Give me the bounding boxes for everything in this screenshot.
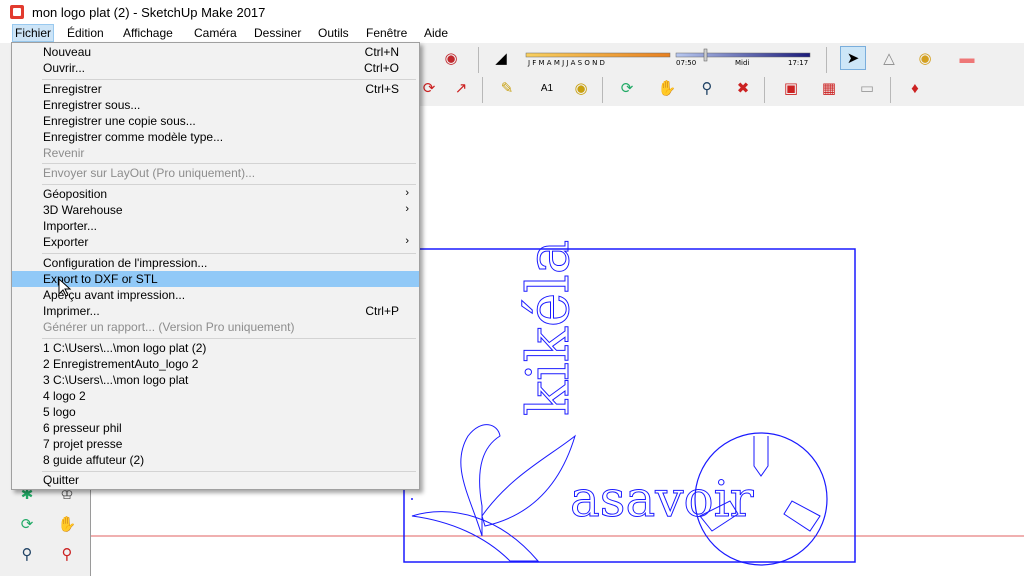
title-bar: mon logo plat (2) - SketchUp Make 2017	[0, 0, 1024, 24]
recent-file-1[interactable]: 1 C:\Users\...\mon logo plat (2)	[12, 340, 419, 356]
zoom-icon[interactable]: ⚲	[694, 76, 720, 100]
select-arrow-icon[interactable]: ➤	[840, 46, 866, 70]
recent-file-8[interactable]: 8 guide affuteur (2)	[12, 452, 419, 468]
recent-file-7[interactable]: 7 projet presse	[12, 436, 419, 452]
orbit-icon[interactable]: ⟳	[614, 76, 640, 100]
menu-item-enregistrer-modele[interactable]: Enregistrer comme modèle type...	[12, 129, 419, 145]
menu-dessiner[interactable]: Dessiner	[251, 26, 304, 40]
menu-item-enregistrer-copie[interactable]: Enregistrer une copie sous...	[12, 113, 419, 129]
menu-fichier[interactable]: Fichier	[12, 24, 55, 42]
menu-item-exporter[interactable]: Exporter ›	[12, 234, 419, 250]
tape-measure-icon[interactable]: ✎	[494, 76, 520, 100]
warehouse-icon[interactable]: ▣	[778, 76, 804, 100]
recent-file-2[interactable]: 2 EnregistrementAuto_logo 2	[12, 356, 419, 372]
recent-file-6[interactable]: 6 presseur phil	[12, 420, 419, 436]
pan-hand-icon[interactable]: ✋	[654, 76, 680, 100]
menu-bar: Fichier Édition Affichage Caméra Dessine…	[0, 24, 1024, 43]
menu-edition[interactable]: Édition	[64, 26, 107, 40]
extension-warehouse-icon[interactable]: ♦	[902, 76, 928, 100]
menu-item-nouveau[interactable]: Nouveau Ctrl+N	[12, 44, 419, 60]
menu-item-importer[interactable]: Importer...	[12, 218, 419, 234]
menu-item-geoposition[interactable]: Géoposition ›	[12, 186, 419, 202]
horizontal-logo-text: asavoir	[570, 470, 754, 528]
time-start: 07:50	[676, 59, 697, 67]
share-model-icon[interactable]: ▦	[816, 76, 842, 100]
menu-item-export-dxf-stl[interactable]: Export to DXF or STL	[12, 271, 419, 287]
menu-aide[interactable]: Aide	[421, 26, 451, 40]
zoom-window-icon[interactable]: ⚲	[54, 542, 80, 566]
menu-affichage[interactable]: Affichage	[120, 26, 176, 40]
zoom-left-icon[interactable]: ⚲	[14, 542, 40, 566]
months-label: J F M A M J J A S O N D	[528, 59, 605, 67]
menu-item-generer-rapport[interactable]: Générer un rapport... (Version Pro uniqu…	[12, 319, 419, 335]
eraser-icon[interactable]: ▬	[954, 46, 980, 70]
menu-item-ouvrir[interactable]: Ouvrir... Ctrl+O	[12, 60, 419, 76]
file-menu-dropdown: Nouveau Ctrl+N Ouvrir... Ctrl+O Enregistre…	[11, 42, 420, 490]
paint-bucket-icon[interactable]: ◉	[912, 46, 938, 70]
recent-file-5[interactable]: 5 logo	[12, 404, 419, 420]
menu-item-imprimer[interactable]: Imprimer... Ctrl+P	[12, 303, 419, 319]
menu-item-revenir[interactable]: Revenir	[12, 145, 419, 161]
window-title: mon logo plat (2) - SketchUp Make 2017	[32, 5, 266, 20]
offset-icon[interactable]: ↗	[448, 76, 474, 100]
component-icon[interactable]: △	[876, 46, 902, 70]
menu-item-envoyer-layout[interactable]: Envoyer sur LayOut (Pro uniquement)...	[12, 165, 419, 181]
submenu-arrow-icon: ›	[405, 187, 409, 199]
menu-fenetre[interactable]: Fenêtre	[363, 26, 410, 40]
menu-item-quitter[interactable]: Quitter	[12, 472, 419, 488]
menu-outils[interactable]: Outils	[315, 26, 352, 40]
axes-icon[interactable]: ◉	[568, 76, 594, 100]
sketchup-app-icon	[10, 5, 24, 19]
recent-file-4[interactable]: 4 logo 2	[12, 388, 419, 404]
orbit-left-icon[interactable]: ⟳	[14, 512, 40, 536]
time-end: 17:17	[788, 59, 809, 67]
model-info-icon[interactable]: ◉	[438, 46, 464, 70]
vertical-logo-text: kikéla	[514, 240, 582, 416]
shadows-icon[interactable]: ◢	[488, 46, 514, 70]
menu-item-enregistrer-sous[interactable]: Enregistrer sous...	[12, 97, 419, 113]
zoom-extents-icon[interactable]: ✖	[730, 76, 756, 100]
submenu-arrow-icon: ›	[405, 203, 409, 215]
menu-item-apercu[interactable]: Aperçu avant impression...	[12, 287, 419, 303]
menu-item-3d-warehouse[interactable]: 3D Warehouse ›	[12, 202, 419, 218]
menu-item-configuration-impression[interactable]: Configuration de l'impression...	[12, 255, 419, 271]
text-label-icon[interactable]: A1	[534, 76, 560, 100]
time-mid: Midi	[735, 59, 750, 67]
recent-file-3[interactable]: 3 C:\Users\...\mon logo plat	[12, 372, 419, 388]
pan-left-icon[interactable]: ✋	[54, 512, 80, 536]
menu-camera[interactable]: Caméra	[191, 26, 240, 40]
mouse-cursor-icon	[58, 278, 72, 297]
menu-item-enregistrer[interactable]: Enregistrer Ctrl+S	[12, 81, 419, 97]
share-component-icon[interactable]: ▭	[854, 76, 880, 100]
submenu-arrow-icon: ›	[405, 235, 409, 247]
